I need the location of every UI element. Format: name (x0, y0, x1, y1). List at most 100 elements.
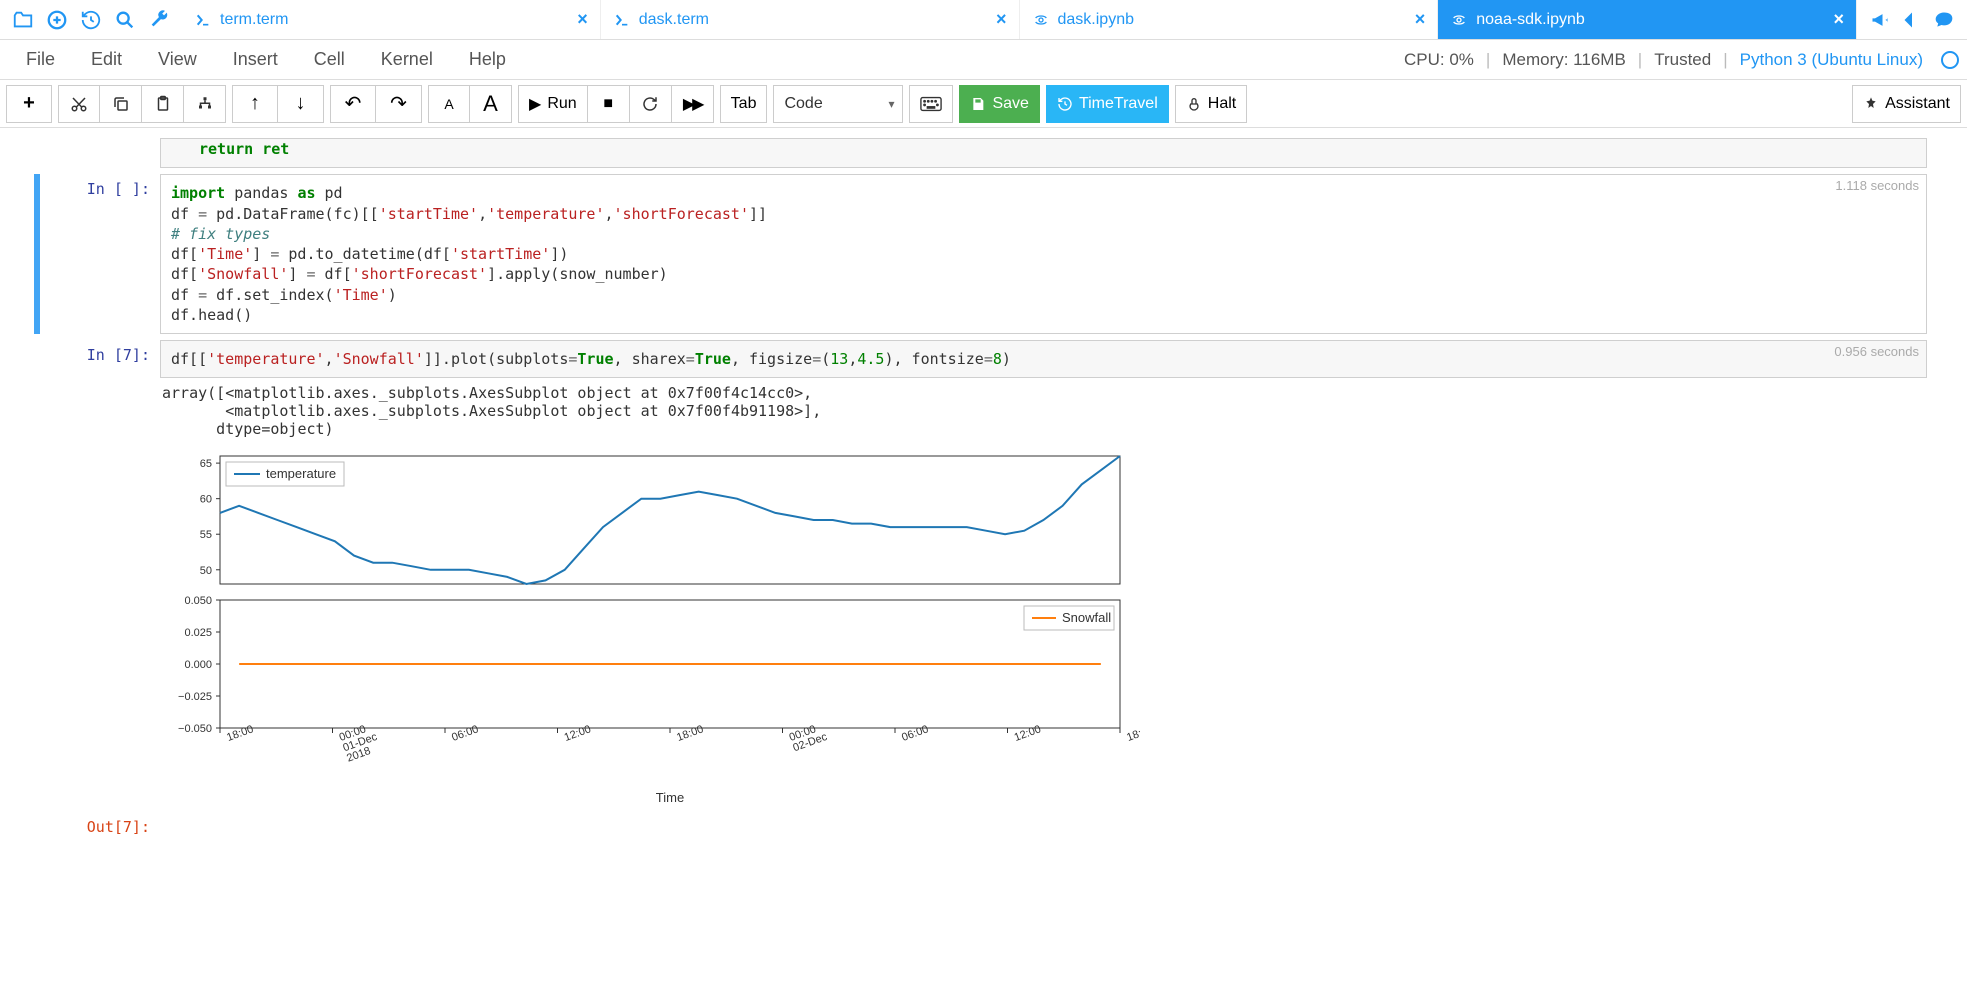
top-icon-tab-bar: term.term × dask.term × dask.ipynb × noa… (0, 0, 1967, 40)
tab-dask-term[interactable]: dask.term × (601, 0, 1020, 39)
folder-open-icon[interactable] (10, 7, 36, 33)
close-icon[interactable]: × (1415, 9, 1426, 30)
menu-insert[interactable]: Insert (215, 49, 296, 70)
tab-noaa-sdk-ipynb[interactable]: noaa-sdk.ipynb × (1438, 0, 1857, 39)
assistant-label: Assistant (1885, 95, 1950, 113)
move-down-button[interactable]: ↓ (278, 85, 324, 123)
search-icon[interactable] (112, 7, 138, 33)
chat-left-icon[interactable] (1901, 9, 1923, 31)
tab-label: dask.ipynb (1058, 11, 1407, 29)
stop-button[interactable]: ■ (588, 85, 630, 123)
undo-button[interactable]: ↶ (330, 85, 376, 123)
close-icon[interactable]: × (996, 9, 1007, 30)
menu-cell[interactable]: Cell (296, 49, 363, 70)
tab-strip: term.term × dask.term × dask.ipynb × noa… (182, 0, 1857, 39)
cut-button[interactable] (58, 85, 100, 123)
svg-text:temperature: temperature (266, 466, 336, 481)
history-icon[interactable] (78, 7, 104, 33)
code-cell-truncated: return ret (40, 138, 1927, 168)
separator: | (1638, 50, 1642, 70)
separator: | (1723, 50, 1727, 70)
svg-text:55: 55 (200, 529, 212, 541)
svg-text:−0.025: −0.025 (178, 691, 212, 703)
svg-text:50: 50 (200, 565, 212, 577)
svg-text:18:00: 18:00 (225, 724, 255, 745)
svg-text:Snowfall: Snowfall (1062, 610, 1111, 625)
tab-button[interactable]: Tab (720, 85, 768, 123)
svg-text:18:00: 18:00 (1125, 724, 1140, 745)
code-cell[interactable]: In [7]: 0.956 seconds df[['temperature',… (40, 340, 1927, 806)
svg-text:12:00: 12:00 (1013, 724, 1043, 745)
terminal-icon (613, 11, 631, 29)
wrench-icon[interactable] (146, 7, 172, 33)
svg-text:65: 65 (200, 458, 212, 470)
insert-cell-button[interactable]: + (6, 85, 52, 123)
code-cell[interactable]: In [ ]: 1.118 seconds import pandas as p… (34, 174, 1927, 334)
halt-button[interactable]: Halt (1175, 85, 1247, 123)
keyboard-button[interactable] (909, 85, 953, 123)
timetravel-label: TimeTravel (1079, 95, 1158, 113)
close-icon[interactable]: × (577, 9, 588, 30)
tab-label: term.term (220, 11, 569, 29)
svg-text:60: 60 (200, 494, 212, 506)
menu-file[interactable]: File (8, 49, 73, 70)
timetravel-button[interactable]: TimeTravel (1046, 85, 1169, 123)
notebook-container[interactable]: return ret In [ ]: 1.118 seconds import … (0, 128, 1967, 1003)
code-input[interactable]: df[['temperature','Snowfall']].plot(subp… (160, 340, 1927, 378)
input-prompt: In [7]: (40, 340, 160, 806)
svg-text:06:00: 06:00 (900, 724, 930, 745)
font-smaller-button[interactable]: A (428, 85, 470, 123)
kernel-indicator-icon[interactable] (1941, 51, 1959, 69)
input-prompt: In [ ]: (40, 174, 160, 334)
toolbar: + ↑ ↓ ↶ ↷ A A ▶Run ■ ▶▶ Tab Code Save Ti… (0, 80, 1967, 128)
svg-text:Time: Time (656, 790, 684, 805)
save-button[interactable]: Save (959, 85, 1039, 123)
svg-text:18:00: 18:00 (675, 724, 705, 745)
menu-bar: File Edit View Insert Cell Kernel Help C… (0, 40, 1967, 80)
move-up-button[interactable]: ↑ (232, 85, 278, 123)
halt-label: Halt (1208, 95, 1236, 113)
status-area: CPU: 0% | Memory: 116MB | Trusted | Pyth… (1404, 50, 1959, 70)
redo-button[interactable]: ↷ (376, 85, 422, 123)
run-label: Run (547, 95, 576, 113)
jupyter-icon (1032, 11, 1050, 29)
code-input-truncated[interactable]: return ret (160, 138, 1927, 168)
chat-icon[interactable] (1933, 9, 1955, 31)
svg-text:0.025: 0.025 (184, 627, 212, 639)
cell-timing: 0.956 seconds (1834, 344, 1919, 359)
menu-kernel[interactable]: Kernel (363, 49, 451, 70)
close-icon[interactable]: × (1833, 9, 1844, 30)
output-prompt: Out[7]: (40, 812, 160, 836)
format-button[interactable] (184, 85, 226, 123)
output-text: array([<matplotlib.axes._subplots.AxesSu… (160, 378, 1927, 440)
svg-text:−0.050: −0.050 (178, 723, 212, 735)
matplotlib-figure: 50556065temperature−0.050−0.0250.0000.02… (160, 446, 1140, 806)
font-larger-button[interactable]: A (470, 85, 512, 123)
cell-timing: 1.118 seconds (1835, 178, 1919, 193)
svg-text:12:00: 12:00 (563, 724, 593, 745)
megaphone-icon[interactable] (1869, 9, 1891, 31)
prompt (40, 138, 160, 168)
truncated-code: return ret (199, 140, 289, 158)
code-input[interactable]: import pandas as pd df = pd.DataFrame(fc… (160, 174, 1927, 334)
copy-button[interactable] (100, 85, 142, 123)
trusted-status[interactable]: Trusted (1654, 50, 1711, 70)
output-cell: Out[7]: (40, 812, 1927, 836)
cell-type-select[interactable]: Code (773, 85, 903, 123)
top-right-icons (1857, 9, 1967, 31)
plus-circle-icon[interactable] (44, 7, 70, 33)
assistant-button[interactable]: Assistant (1852, 85, 1961, 123)
tab-term-term[interactable]: term.term × (182, 0, 601, 39)
run-all-button[interactable]: ▶▶ (672, 85, 714, 123)
kernel-name[interactable]: Python 3 (Ubuntu Linux) (1740, 50, 1923, 70)
paste-button[interactable] (142, 85, 184, 123)
restart-button[interactable] (630, 85, 672, 123)
run-button[interactable]: ▶Run (518, 85, 588, 123)
global-icon-group (0, 7, 182, 33)
cell-type-value: Code (784, 95, 822, 113)
menu-help[interactable]: Help (451, 49, 524, 70)
save-label: Save (992, 95, 1028, 113)
menu-view[interactable]: View (140, 49, 215, 70)
tab-dask-ipynb[interactable]: dask.ipynb × (1020, 0, 1439, 39)
menu-edit[interactable]: Edit (73, 49, 140, 70)
